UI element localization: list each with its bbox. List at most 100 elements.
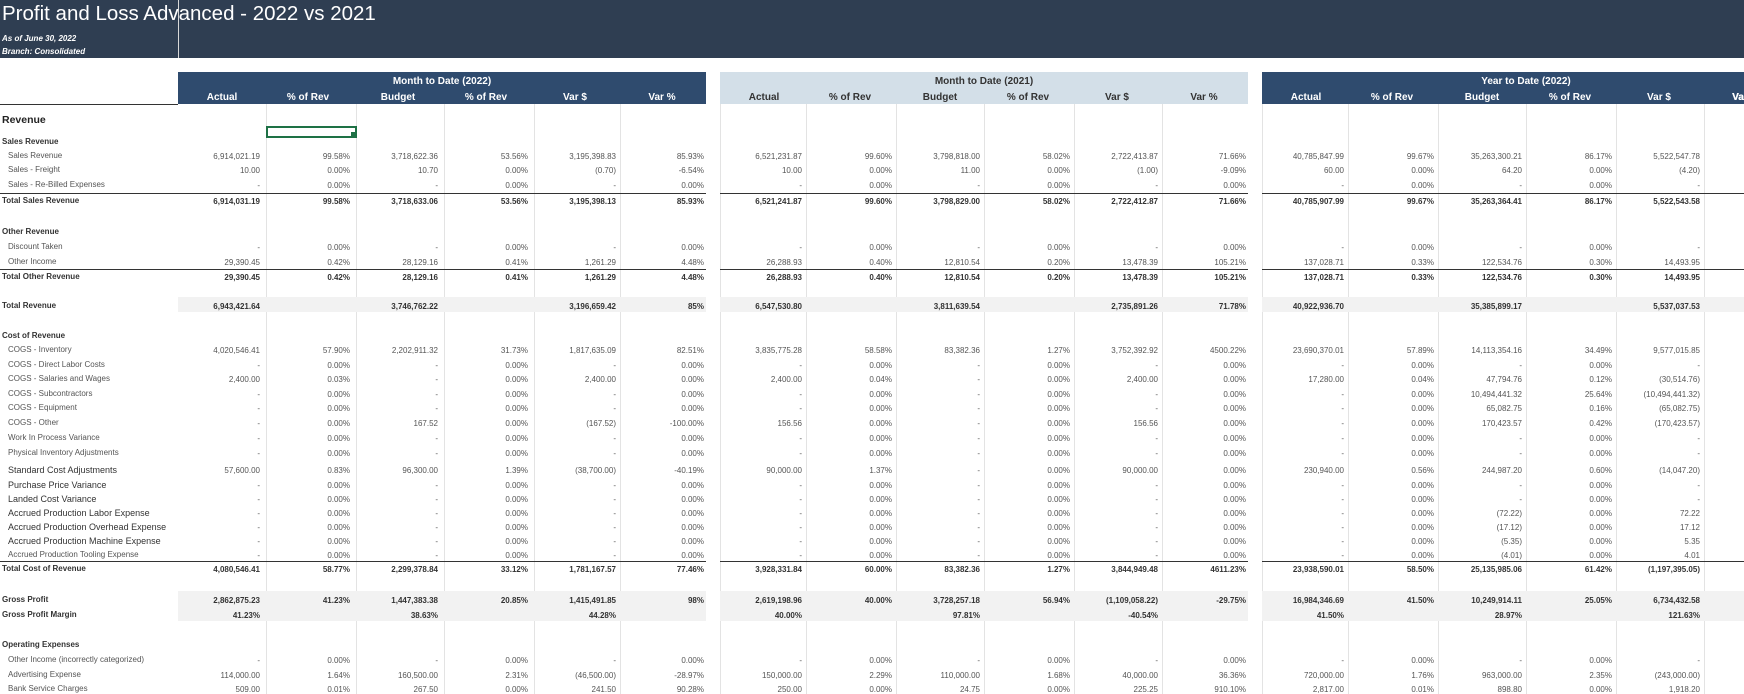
row-value: - <box>1341 509 1344 518</box>
row-value: 0.00% <box>327 404 350 413</box>
row-value: - <box>799 509 802 518</box>
row-value: 11.00 <box>960 166 980 175</box>
col-header--of-rev[interactable]: % of Rev <box>1540 92 1600 103</box>
col-header-budget[interactable]: Budget <box>1452 92 1512 103</box>
col-header-var-[interactable]: Var $ <box>1087 92 1147 103</box>
row-value: 0.00% <box>505 181 528 190</box>
row-label: COGS - Equipment <box>8 403 77 412</box>
row-value: 10.70 <box>417 166 438 175</box>
row-value: 0.41% <box>505 273 528 282</box>
col-header--of-rev[interactable]: % of Rev <box>998 92 1058 103</box>
row-value: - <box>257 449 260 458</box>
row-value: 83,382.36 <box>944 565 980 574</box>
branch-label: Branch: Consolidated <box>2 47 86 56</box>
row-value: 58.77% <box>322 565 350 574</box>
row-value: 25.64% <box>1584 390 1612 399</box>
col-header-actual[interactable]: Actual <box>734 92 794 103</box>
fill-handle[interactable] <box>351 132 355 136</box>
row-value: - <box>257 509 260 518</box>
row-label: Standard Cost Adjustments <box>8 465 118 475</box>
row-value: 0.00% <box>1411 509 1434 518</box>
row-value: (243,000.00) <box>1654 671 1700 680</box>
row-value: 0.00% <box>1047 375 1070 384</box>
row-value: 0.00% <box>1223 449 1246 458</box>
row-value: 61.42% <box>1584 565 1612 574</box>
row-value: 13,478.39 <box>1122 258 1158 267</box>
row-value: 0.00% <box>505 509 528 518</box>
row-value: - <box>257 481 260 490</box>
row-value: 6,914,031.19 <box>213 197 260 206</box>
row-value: -9.09% <box>1220 166 1246 175</box>
col-header-var-[interactable]: Var $ <box>545 92 605 103</box>
row-value: 0.00% <box>1589 361 1612 370</box>
row-value: 156.56 <box>777 419 802 428</box>
row-value: 1,415,491.85 <box>569 596 616 605</box>
row-value: 0.00% <box>1411 434 1434 443</box>
col-header-actual[interactable]: Actual <box>192 92 252 103</box>
row-value: -40.54% <box>1128 611 1158 620</box>
row-value: 0.00% <box>681 537 704 546</box>
row-value: 0.00% <box>869 243 892 252</box>
row-value: (1,197,395.05) <box>1647 565 1700 574</box>
row-value: 14,493.95 <box>1664 273 1700 282</box>
col-header-var-pct-truncated[interactable]: Va <box>1732 92 1744 103</box>
row-value: 0.00% <box>1411 449 1434 458</box>
row-value: 0.00% <box>681 551 704 560</box>
row-value: 0.00% <box>505 390 528 399</box>
row-value: 10,249,914.11 <box>1471 596 1522 605</box>
row-label: Accrued Production Machine Expense <box>8 536 161 546</box>
col-header-budget[interactable]: Budget <box>368 92 428 103</box>
row-value: 0.00% <box>505 481 528 490</box>
row-value: 38.63% <box>410 611 438 620</box>
col-header--of-rev[interactable]: % of Rev <box>820 92 880 103</box>
row-value: 0.00% <box>869 685 892 694</box>
row-value: - <box>977 656 980 665</box>
col-header-var-[interactable]: Var % <box>632 92 692 103</box>
row-value: 1.64% <box>327 671 350 680</box>
row-value: 58.50% <box>1406 565 1434 574</box>
row-value: 0.00% <box>1223 481 1246 490</box>
row-value: 0.00% <box>681 509 704 518</box>
col-header--of-rev[interactable]: % of Rev <box>1362 92 1422 103</box>
col-header-actual[interactable]: Actual <box>1276 92 1336 103</box>
row-value: 0.00% <box>327 434 350 443</box>
row-value: - <box>1155 495 1158 504</box>
row-value: -40.19% <box>674 466 704 475</box>
row-value: 14,493.95 <box>1664 258 1700 267</box>
row-value: 25.05% <box>1584 596 1612 605</box>
row-value: 0.00% <box>1047 481 1070 490</box>
row-value: 0.00% <box>1223 375 1246 384</box>
row-value: 90,000.00 <box>766 466 802 475</box>
row-value: 0.00% <box>1047 523 1070 532</box>
row-value: - <box>1341 551 1344 560</box>
row-value: - <box>799 404 802 413</box>
row-value: 0.00% <box>1223 656 1246 665</box>
row-value: 86.17% <box>1584 197 1612 206</box>
row-value: 0.00% <box>1411 537 1434 546</box>
row-value: - <box>1341 434 1344 443</box>
col-header-budget[interactable]: Budget <box>910 92 970 103</box>
selected-cell[interactable] <box>266 126 357 138</box>
row-value: - <box>1155 181 1158 190</box>
row-value: 0.00% <box>1047 243 1070 252</box>
row-value: 0.42% <box>1589 419 1612 428</box>
row-value: 0.41% <box>505 258 528 267</box>
col-header--of-rev[interactable]: % of Rev <box>278 92 338 103</box>
row-value: 0.00% <box>1589 656 1612 665</box>
row-value: 0.00% <box>1047 166 1070 175</box>
col-header-var-[interactable]: Var % <box>1174 92 1234 103</box>
row-value: 105.21% <box>1214 273 1246 282</box>
band-title: Month to Date (2021) <box>934 76 1034 87</box>
row-value: 0.00% <box>681 243 704 252</box>
row-value: 0.00% <box>1411 523 1434 532</box>
row-value: - <box>1341 656 1344 665</box>
row-value: 41.50% <box>1406 596 1434 605</box>
row-value: (46,500.00) <box>575 671 616 680</box>
col-header--of-rev[interactable]: % of Rev <box>456 92 516 103</box>
row-value: - <box>1155 390 1158 399</box>
row-value: 44.28% <box>588 611 616 620</box>
col-header-var-[interactable]: Var $ <box>1629 92 1689 103</box>
row-value: - <box>613 523 616 532</box>
row-value: - <box>799 390 802 399</box>
row-value: 0.00% <box>1047 656 1070 665</box>
